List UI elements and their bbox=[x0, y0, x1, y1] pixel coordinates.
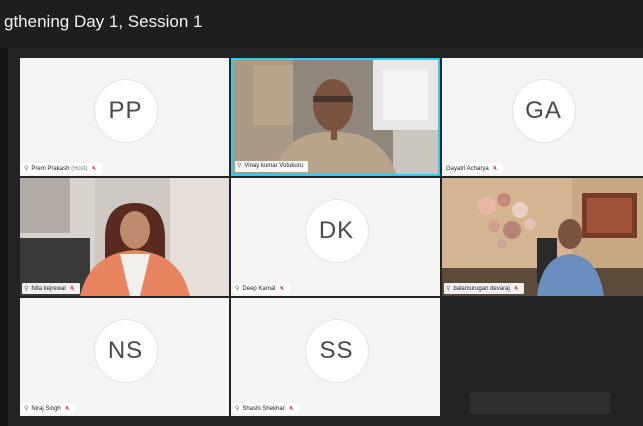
meeting-title: gthening Day 1, Session 1 bbox=[4, 12, 203, 31]
participant-nameplate: ⚲ Deep Kamal 🔇︎ bbox=[233, 283, 290, 294]
participant-tile-nita-kejrewal[interactable]: ⚲ Nita kejrewal 🔇︎ bbox=[20, 178, 229, 296]
signal-icon: ⚲ bbox=[446, 286, 451, 292]
participant-name: Shashi Shekhar bbox=[242, 406, 285, 412]
participant-video bbox=[20, 178, 229, 296]
blurred-overlay bbox=[470, 392, 610, 414]
avatar-initials: NS bbox=[93, 319, 158, 383]
participant-name: Gayatri Acharya bbox=[446, 166, 489, 172]
participant-nameplate: ⚲ Prem Prakash (Host) 🔇︎ bbox=[22, 163, 102, 174]
participant-tile-gayatri-acharya[interactable]: GA Gayatri Acharya 🔇︎ bbox=[442, 58, 643, 176]
left-edge-strip bbox=[0, 48, 8, 426]
participant-tile-prem-prakash[interactable]: PP ⚲ Prem Prakash (Host) 🔇︎ bbox=[20, 58, 229, 176]
participant-nameplate: Gayatri Acharya 🔇︎ bbox=[444, 163, 503, 174]
avatar-initials: GA bbox=[511, 79, 576, 143]
signal-icon: ⚲ bbox=[235, 286, 240, 292]
mic-muted-icon: 🔇︎ bbox=[92, 165, 97, 172]
mic-muted-icon: 🔇︎ bbox=[280, 285, 285, 292]
host-icon: ⚲ bbox=[24, 166, 29, 172]
participant-tile-shashi-shekhar[interactable]: SS ⚲ Shashi Shekhar 🔇︎ bbox=[231, 298, 440, 416]
participant-video bbox=[442, 178, 643, 296]
participant-name: Vinay kumar Vutukuru bbox=[244, 163, 304, 169]
signal-icon: ⚲ bbox=[24, 286, 29, 292]
mic-muted-icon: 🔇︎ bbox=[493, 165, 498, 172]
avatar-initials: PP bbox=[93, 79, 158, 143]
mic-muted-icon: 🔇︎ bbox=[289, 405, 294, 412]
participant-role: (Host) bbox=[71, 166, 88, 172]
participant-tile-vinay-kumar-vutukuru[interactable]: ⚲ Vinay kumar Vutukuru bbox=[231, 58, 440, 176]
meeting-title-bar: gthening Day 1, Session 1 bbox=[0, 0, 643, 48]
signal-icon: ⚲ bbox=[237, 163, 242, 169]
participant-nameplate: ⚲ Nita kejrewal 🔇︎ bbox=[22, 283, 80, 294]
participant-tile-deep-kamal[interactable]: DK ⚲ Deep Kamal 🔇︎ bbox=[231, 178, 440, 296]
participant-tile-niraj-singh[interactable]: NS ⚲ Niraj Singh 🔇︎ bbox=[20, 298, 229, 416]
participant-video bbox=[233, 60, 438, 174]
participant-nameplate: ⚲ balamurugan devaraj 🔇︎ bbox=[444, 283, 524, 294]
participant-nameplate: ⚲ Niraj Singh 🔇︎ bbox=[22, 403, 75, 414]
signal-icon: ⚲ bbox=[24, 406, 29, 412]
participant-name: Nita kejrewal bbox=[31, 286, 66, 292]
mic-muted-icon: 🔇︎ bbox=[65, 405, 70, 412]
participant-name: balamurugan devaraj bbox=[453, 286, 510, 292]
avatar-initials: SS bbox=[304, 319, 369, 383]
participant-nameplate: ⚲ Vinay kumar Vutukuru bbox=[235, 161, 309, 172]
participant-nameplate: ⚲ Shashi Shekhar 🔇︎ bbox=[233, 403, 299, 414]
participant-name: Niraj Singh bbox=[31, 406, 61, 412]
participant-tile-balamurugan-devaraj[interactable]: ⚲ balamurugan devaraj 🔇︎ bbox=[442, 178, 643, 296]
avatar-initials: DK bbox=[304, 199, 369, 263]
participant-name: Prem Prakash bbox=[31, 166, 70, 172]
participant-name: Deep Kamal bbox=[242, 286, 276, 292]
mic-muted-icon: 🔇︎ bbox=[70, 285, 75, 292]
mic-muted-icon: 🔇︎ bbox=[514, 285, 519, 292]
signal-icon: ⚲ bbox=[235, 406, 240, 412]
